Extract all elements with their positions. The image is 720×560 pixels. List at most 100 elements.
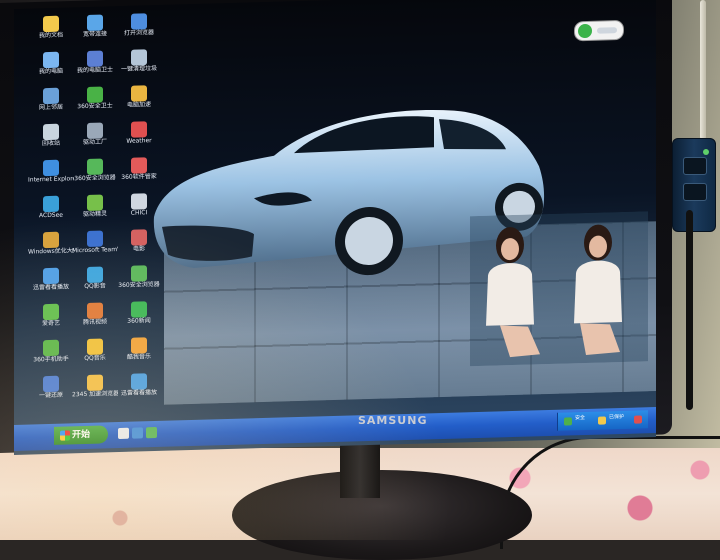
desktop-icon-label: 360安全浏览器 xyxy=(118,280,160,290)
desktop-icon[interactable]: 酷我音乐 xyxy=(116,337,162,374)
app-icon xyxy=(131,193,147,210)
desktop-icon-label: QQ音乐 xyxy=(84,354,106,363)
desktop-icon-grid: 我的文档 宽带连接 打开浏览器我的电脑 我的电脑卫士 一键清理垃圾网上邻居 360安全卫士… xyxy=(28,13,168,399)
system-tray: 安全 已保护 xyxy=(557,410,648,431)
power-socket xyxy=(683,183,707,201)
app-icon xyxy=(43,87,59,105)
app-icon xyxy=(87,158,103,175)
desktop-icon[interactable]: QQ影音 xyxy=(72,266,118,303)
desktop-icon-label: 电脑加速 xyxy=(126,101,151,109)
app-icon xyxy=(131,13,147,30)
desktop-icon[interactable]: 打开浏览器 xyxy=(116,13,162,50)
desktop-icon[interactable]: 我的电脑卫士 xyxy=(72,50,118,87)
app-icon xyxy=(43,123,59,141)
desktop-icon-label: 电影 xyxy=(132,245,145,253)
desktop-icon[interactable]: 迅雷看看播放 xyxy=(28,267,74,304)
desktop-icon[interactable]: 驱动精灵 xyxy=(72,194,118,231)
desktop-icon[interactable]: 一键还原 xyxy=(28,375,74,412)
desktop-icon-label: 一键还原 xyxy=(38,391,63,400)
app-icon xyxy=(87,374,103,391)
desktop-icon-label: 360安全浏览器 xyxy=(74,174,116,183)
desktop-icon-label: 迅雷看看播放 xyxy=(120,388,157,397)
desktop-icon-label: 360软件管家 xyxy=(121,172,157,181)
tray-label: 安全 xyxy=(575,415,586,422)
app-icon xyxy=(131,373,147,390)
desktop-icon-label: Weather xyxy=(126,137,152,145)
app-icon xyxy=(87,194,103,211)
power-strip xyxy=(672,138,716,232)
desktop-icon-label: 宽带连接 xyxy=(82,30,107,39)
white-power-cable xyxy=(700,0,706,140)
app-icon xyxy=(87,86,103,103)
desktop-icon-label: 酷我音乐 xyxy=(126,353,151,361)
desktop-icon[interactable]: 宽带连接 xyxy=(72,14,118,51)
app-icon xyxy=(131,121,147,138)
app-icon xyxy=(43,15,59,33)
show-desktop-icon[interactable] xyxy=(118,427,129,440)
app-icon xyxy=(43,195,59,213)
desktop-icon[interactable]: 爱奇艺 xyxy=(28,303,74,340)
desktop-icon[interactable]: 电影 xyxy=(116,229,162,266)
app-icon xyxy=(87,338,103,355)
desktop-icon[interactable]: ACDSee xyxy=(28,195,74,232)
ie-quicklaunch-icon[interactable] xyxy=(132,427,143,439)
speed-widget-bar xyxy=(597,27,617,34)
desktop-icon[interactable]: Windows优化大师 xyxy=(28,231,74,268)
floating-speed-widget[interactable] xyxy=(574,19,624,42)
wallpaper-two-women xyxy=(470,211,648,367)
desktop-icon[interactable]: Microsoft TeamViewer xyxy=(72,230,118,267)
desktop-icon[interactable]: 2345 加速浏览器 xyxy=(72,374,118,411)
desktop-icon[interactable]: 电脑加速 xyxy=(116,85,162,122)
desktop-icon-label: Microsoft TeamViewer xyxy=(72,246,118,255)
desktop-icon[interactable]: 360安全浏览器 xyxy=(116,265,162,302)
desktop-icon[interactable]: 迅雷看看播放 xyxy=(116,373,162,410)
desktop-icon-label: 打开浏览器 xyxy=(123,29,154,37)
network-tray-icon[interactable] xyxy=(598,416,606,425)
desktop-icon-label: QQ影音 xyxy=(84,282,106,291)
desktop-icon[interactable]: Internet Explorer xyxy=(28,159,74,196)
desktop-icon[interactable]: 360安全浏览器 xyxy=(72,158,118,195)
monitor-screen: 我的文档 宽带连接 打开浏览器我的电脑 我的电脑卫士 一键清理垃圾网上邻居 360安全卫士… xyxy=(14,0,656,455)
desktop-icon[interactable]: Weather xyxy=(116,121,162,158)
desktop-icon-label: 360手机助手 xyxy=(33,355,69,364)
app-icon xyxy=(131,265,147,282)
desktop-icon[interactable]: 回收站 xyxy=(28,123,74,160)
browser-quicklaunch-icon[interactable] xyxy=(146,426,157,439)
desktop-icon[interactable]: 我的文档 xyxy=(28,15,74,52)
security-tray-icon[interactable] xyxy=(564,417,572,426)
desktop-icon-label: 迅雷看看播放 xyxy=(32,283,69,292)
app-icon xyxy=(87,230,103,247)
desktop-icon[interactable]: QQ音乐 xyxy=(72,338,118,375)
app-icon xyxy=(87,14,103,31)
desktop-icon-label: 我的文档 xyxy=(38,31,63,40)
power-indicator-light xyxy=(703,149,709,155)
windows-logo-icon xyxy=(60,430,70,441)
app-icon xyxy=(131,85,147,102)
desktop-icon-label: 我的电脑 xyxy=(38,67,63,76)
desktop-icon-label: 360新闻 xyxy=(127,317,151,325)
desktop-icon[interactable]: 360新闻 xyxy=(116,301,162,338)
app-icon xyxy=(43,231,59,249)
desktop-icon[interactable]: CHICI xyxy=(116,193,162,230)
desktop-icon[interactable]: 一键清理垃圾 xyxy=(116,49,162,86)
desktop-icon[interactable]: 我的电脑 xyxy=(28,51,74,88)
monitor-stand-base xyxy=(232,470,532,560)
app-icon xyxy=(87,266,103,283)
app-icon xyxy=(131,229,147,246)
volume-tray-icon[interactable] xyxy=(634,415,642,424)
black-power-cable xyxy=(686,210,693,410)
app-icon xyxy=(43,303,59,321)
desktop-icon[interactable]: 腾讯视频 xyxy=(72,302,118,339)
tray-label: 已保护 xyxy=(609,413,625,421)
app-icon xyxy=(87,50,103,67)
desktop-icon[interactable]: 驱动工厂 xyxy=(72,122,118,159)
power-socket xyxy=(683,157,707,175)
desktop-icon-label: 360安全卫士 xyxy=(77,102,113,111)
app-icon xyxy=(87,302,103,319)
desktop-icon[interactable]: 360软件管家 xyxy=(116,157,162,194)
desktop-icon[interactable]: 网上邻居 xyxy=(28,87,74,124)
desktop-icon[interactable]: 360手机助手 xyxy=(28,339,74,376)
desktop-icon-label: 爱奇艺 xyxy=(41,319,60,328)
desktop-icon[interactable]: 360安全卫士 xyxy=(72,86,118,123)
app-icon xyxy=(131,49,147,66)
